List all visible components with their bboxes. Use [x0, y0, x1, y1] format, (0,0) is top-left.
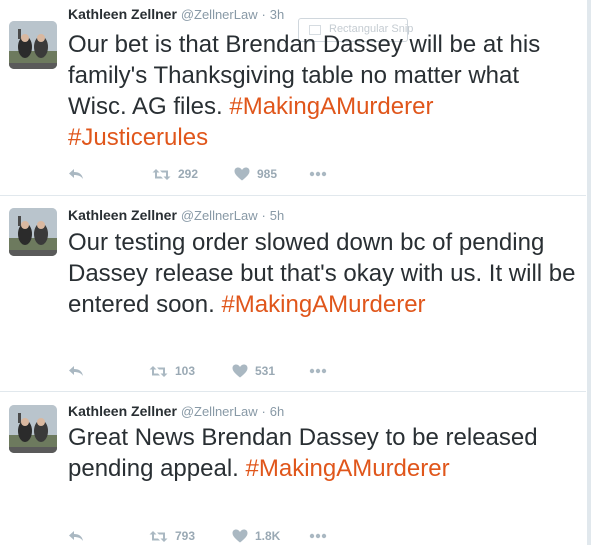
- tweet-timestamp[interactable]: 6h: [270, 404, 284, 419]
- separator-dot: ·: [261, 404, 266, 419]
- tweet-timestamp[interactable]: 3h: [270, 7, 284, 22]
- retweet-icon: [149, 365, 168, 377]
- avatar[interactable]: [9, 208, 57, 256]
- tweet-header: Kathleen Zellner @ZellnerLaw · 5h: [68, 206, 284, 225]
- like-button[interactable]: 985: [234, 164, 277, 184]
- tweet-3[interactable]: Kathleen Zellner @ZellnerLaw · 6h Great …: [0, 392, 586, 545]
- tweet-header: Kathleen Zellner @ZellnerLaw · 3h: [68, 5, 284, 24]
- retweet-icon: [152, 168, 171, 180]
- hashtag-link[interactable]: #Justicerules: [68, 124, 208, 151]
- tweet-text: Our bet is that Brendan Dassey will be a…: [68, 29, 578, 153]
- reply-button[interactable]: [68, 526, 84, 545]
- separator-dot: ·: [261, 208, 266, 223]
- more-icon: [309, 368, 327, 374]
- reply-icon: [69, 169, 83, 179]
- more-button[interactable]: [309, 526, 327, 545]
- reply-icon: [69, 531, 83, 541]
- like-button[interactable]: 1.8K: [232, 526, 280, 545]
- tweet-timestamp[interactable]: 5h: [270, 208, 284, 223]
- retweet-icon: [149, 530, 168, 542]
- retweet-count: 793: [175, 529, 196, 543]
- tweet-header: Kathleen Zellner @ZellnerLaw · 6h: [68, 402, 284, 421]
- heart-icon: [232, 364, 248, 378]
- reply-button[interactable]: [68, 164, 84, 184]
- like-count: 531: [255, 364, 276, 378]
- reply-icon: [69, 366, 83, 376]
- heart-icon: [234, 167, 250, 181]
- avatar[interactable]: [9, 21, 57, 69]
- author-handle[interactable]: @ZellnerLaw: [181, 208, 258, 223]
- page-right-border: [587, 0, 591, 545]
- tweet-text: Great News Brendan Dassey to be released…: [68, 422, 548, 484]
- like-count: 1.8K: [255, 529, 281, 543]
- avatar[interactable]: [9, 405, 57, 453]
- author-name[interactable]: Kathleen Zellner: [68, 403, 177, 419]
- retweet-count: 103: [175, 364, 196, 378]
- more-icon: [309, 533, 327, 539]
- retweet-count: 292: [178, 167, 199, 181]
- like-button[interactable]: 531: [232, 361, 275, 381]
- tweet-1[interactable]: Kathleen Zellner @ZellnerLaw · 3h Rectan…: [0, 0, 586, 196]
- retweet-button[interactable]: 103: [149, 361, 195, 381]
- author-handle[interactable]: @ZellnerLaw: [181, 7, 258, 22]
- heart-icon: [232, 529, 248, 543]
- more-button[interactable]: [309, 164, 327, 184]
- author-name[interactable]: Kathleen Zellner: [68, 207, 177, 223]
- tweet-text: Our testing order slowed down bc of pend…: [68, 227, 578, 320]
- author-name[interactable]: Kathleen Zellner: [68, 6, 177, 22]
- tweet-actions: 793 1.8K: [68, 526, 468, 545]
- more-button[interactable]: [309, 361, 327, 381]
- retweet-button[interactable]: 793: [149, 526, 195, 545]
- like-count: 985: [257, 167, 278, 181]
- tweet-2[interactable]: Kathleen Zellner @ZellnerLaw · 5h Our te…: [0, 196, 586, 392]
- hashtag-link[interactable]: #MakingAMurderer: [229, 93, 433, 120]
- hashtag-link[interactable]: #MakingAMurderer: [246, 455, 450, 482]
- author-handle[interactable]: @ZellnerLaw: [181, 404, 258, 419]
- tweet-actions: 292 985: [68, 164, 468, 184]
- hashtag-link[interactable]: #MakingAMurderer: [221, 291, 425, 318]
- reply-button[interactable]: [68, 361, 84, 381]
- more-icon: [309, 171, 327, 177]
- separator-dot: ·: [261, 7, 266, 22]
- tweet-actions: 103 531: [68, 361, 468, 381]
- retweet-button[interactable]: 292: [152, 164, 198, 184]
